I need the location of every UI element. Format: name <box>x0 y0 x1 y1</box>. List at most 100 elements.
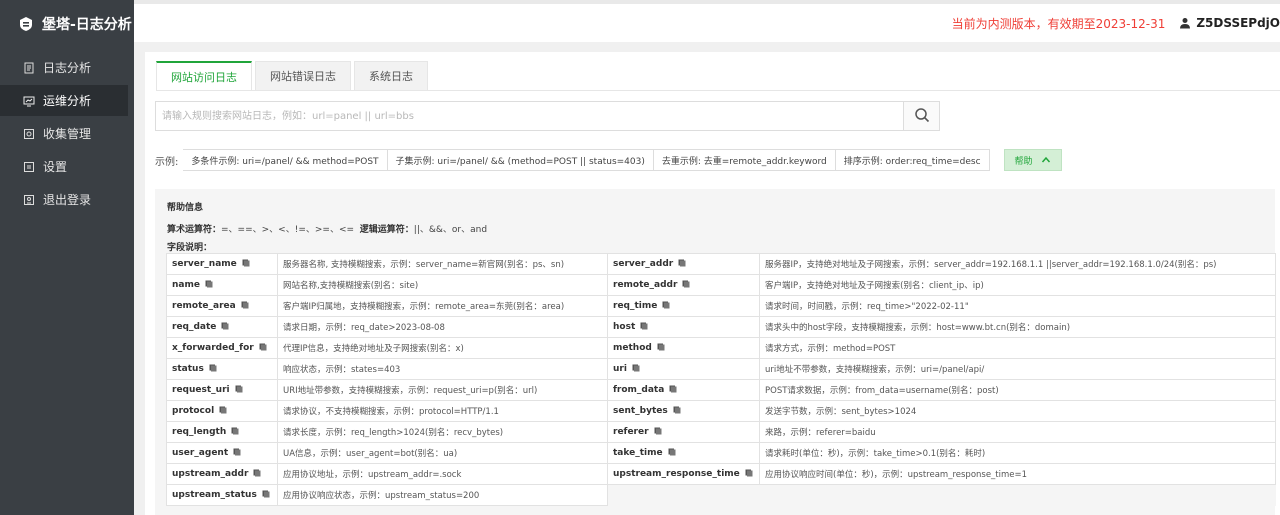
field-desc-text: 请求头中的host字段，支持模糊搜索，示例：host=www.bt.cn(别名：… <box>765 323 1071 333</box>
copy-icon[interactable] <box>233 448 241 456</box>
field-key: server_addr <box>607 253 760 275</box>
copy-icon[interactable] <box>632 364 640 372</box>
table-row: req_length 请求长度，示例：req_length>1024(别名：rec… <box>166 421 1276 443</box>
arithmetic-values: =、==、>、<、!=、>=、<= <box>221 225 355 235</box>
example-multi-condition[interactable]: 多条件示例: uri=/panel/ && method=POST <box>183 149 388 171</box>
field-key-text: server_addr <box>613 259 674 269</box>
field-key: server_name <box>166 253 278 275</box>
help-title: 帮助信息 <box>167 203 204 213</box>
user-menu[interactable]: Z5DSSEPdjO <box>1179 16 1280 30</box>
copy-icon[interactable] <box>745 469 753 477</box>
field-key: status <box>166 358 278 380</box>
example-subset[interactable]: 子集示例: uri=/panel/ && (method=POST || sta… <box>387 149 654 171</box>
brand[interactable]: 堡塔-日志分析 <box>0 0 134 48</box>
copy-icon[interactable] <box>640 322 648 330</box>
field-desc: 来路，示例：referer=baidu <box>759 421 1276 443</box>
tab-divider <box>156 90 1280 91</box>
field-desc: 请求头中的host字段，支持模糊搜索，示例：host=www.bt.cn(别名：… <box>759 316 1276 338</box>
help-toggle-button[interactable]: 帮助 <box>1003 149 1062 171</box>
example-sort[interactable]: 排序示例: order:req_time=desc <box>835 149 990 171</box>
fields-table: server_name 服务器名称, 支持模糊搜索，示例：server_name=… <box>166 253 1276 506</box>
sidebar: 堡塔-日志分析 日志分析 运维分析 收集管理 设置 退出登录 <box>0 0 134 515</box>
table-row: x_forwarded_for 代理IP信息，支持绝对地址及子网搜索(别名：x) m… <box>166 337 1276 359</box>
field-key-text: remote_addr <box>613 280 678 290</box>
arithmetic-label: 算术运算符： <box>167 225 222 235</box>
field-key: host <box>607 316 760 338</box>
copy-icon[interactable] <box>662 301 670 309</box>
field-key: remote_addr <box>607 274 760 296</box>
version-notice: 当前为内测版本，有效期至2023-12-31 <box>951 16 1166 31</box>
field-key: take_time <box>607 442 760 464</box>
field-desc: 响应状态，示例：states=403 <box>277 358 608 380</box>
copy-icon[interactable] <box>209 364 217 372</box>
copy-icon[interactable] <box>262 490 270 498</box>
example-dedupe[interactable]: 去重示例: 去重=remote_addr.keyword <box>653 149 836 171</box>
copy-icon[interactable] <box>219 406 227 414</box>
field-key-text: remote_area <box>172 301 236 311</box>
sidebar-item-collection[interactable]: 收集管理 <box>0 118 128 149</box>
copy-icon[interactable] <box>657 343 665 351</box>
field-desc: 发送字节数，示例：sent_bytes>1024 <box>759 400 1276 422</box>
tab-system-log[interactable]: 系统日志 <box>354 61 428 91</box>
copy-icon[interactable] <box>242 259 250 267</box>
monitor-icon <box>23 95 35 107</box>
sidebar-item-log-analysis[interactable]: 日志分析 <box>0 52 128 83</box>
field-desc-text: 响应状态，示例：states=403 <box>283 365 401 375</box>
field-desc-text: URI地址带参数，支持模糊搜索，示例：request_uri=p(别名：url) <box>283 386 538 396</box>
copy-icon[interactable] <box>682 280 690 288</box>
copy-icon[interactable] <box>205 280 213 288</box>
field-key-text: protocol <box>172 406 215 416</box>
tab-access-log[interactable]: 网站访问日志 <box>156 61 252 91</box>
field-key-text: method <box>613 343 652 353</box>
table-row: req_date 请求日期，示例：req_date>2023-08-08 host 请… <box>166 316 1276 338</box>
copy-icon[interactable] <box>669 385 677 393</box>
main-panel: 网站访问日志 网站错误日志 系统日志 示例: 多条件示例: uri=/panel… <box>145 52 1280 515</box>
field-desc: 服务器名称, 支持模糊搜索，示例：server_name=新官网(别名：ps、s… <box>277 253 608 275</box>
field-desc: 请求耗时(单位：秒)，示例：take_time>0.1(别名：耗时) <box>759 442 1276 464</box>
file-icon <box>23 62 35 74</box>
field-desc-text: 请求长度，示例：req_length>1024(别名：recv_bytes) <box>283 428 504 438</box>
field-desc: POST请求数据，示例：from_data=username(别名：post) <box>759 379 1276 401</box>
sidebar-item-logout[interactable]: 退出登录 <box>0 184 128 215</box>
table-row: upstream_addr 应用协议地址，示例：upstream_addr=.so… <box>166 463 1276 485</box>
field-key: from_data <box>607 379 760 401</box>
field-key: method <box>607 337 760 359</box>
field-desc-text: 客户端IP归属地，支持模糊搜索，示例：remote_area=东莞(别名：are… <box>283 302 565 312</box>
tab-error-log[interactable]: 网站错误日志 <box>255 61 351 91</box>
field-key-text: req_length <box>172 427 227 437</box>
field-desc-text: 来路，示例：referer=baidu <box>765 428 876 438</box>
field-desc: 请求长度，示例：req_length>1024(别名：recv_bytes) <box>277 421 608 443</box>
field-desc-text: uri地址不带参数，支持模糊搜索，示例：uri=/panel/api/ <box>765 365 985 375</box>
field-key-text: x_forwarded_for <box>172 343 254 353</box>
field-desc-text: 请求耗时(单位：秒)，示例：take_time>0.1(别名：耗时) <box>765 449 986 459</box>
copy-icon[interactable] <box>241 301 249 309</box>
copy-icon[interactable] <box>235 385 243 393</box>
field-key: request_uri <box>166 379 278 401</box>
user-icon <box>1179 17 1191 29</box>
field-key: name <box>166 274 278 296</box>
fields-title: 字段说明： <box>167 243 213 253</box>
copy-icon[interactable] <box>253 469 261 477</box>
sidebar-item-label: 退出登录 <box>43 193 92 207</box>
copy-icon[interactable] <box>678 259 686 267</box>
search-icon <box>914 107 930 126</box>
table-row: request_uri URI地址带参数，支持模糊搜索，示例：request_ur… <box>166 379 1276 401</box>
help-button-label: 帮助 <box>1014 156 1033 167</box>
copy-icon[interactable] <box>673 406 681 414</box>
copy-icon[interactable] <box>221 322 229 330</box>
copy-icon[interactable] <box>654 427 662 435</box>
field-desc-text: 应用协议响应状态，示例：upstream_status=200 <box>283 491 480 501</box>
field-desc-text: UA信息，示例：user_agent=bot(别名：ua) <box>283 449 458 459</box>
sidebar-item-ops-analysis[interactable]: 运维分析 <box>0 85 128 116</box>
sidebar-item-settings[interactable]: 设置 <box>0 151 128 182</box>
copy-icon[interactable] <box>668 448 676 456</box>
field-desc-text: 请求日期，示例：req_date>2023-08-08 <box>283 323 445 333</box>
field-desc: 网站名称,支持模糊搜索(别名：site) <box>277 274 608 296</box>
topbar: 当前为内测版本，有效期至2023-12-31 Z5DSSEPdjO <box>134 0 1280 42</box>
field-key: upstream_addr <box>166 463 278 485</box>
copy-icon[interactable] <box>259 343 267 351</box>
copy-icon[interactable] <box>231 427 239 435</box>
field-key: req_time <box>607 295 760 317</box>
search-button[interactable] <box>903 102 939 130</box>
search-input[interactable] <box>156 102 903 130</box>
